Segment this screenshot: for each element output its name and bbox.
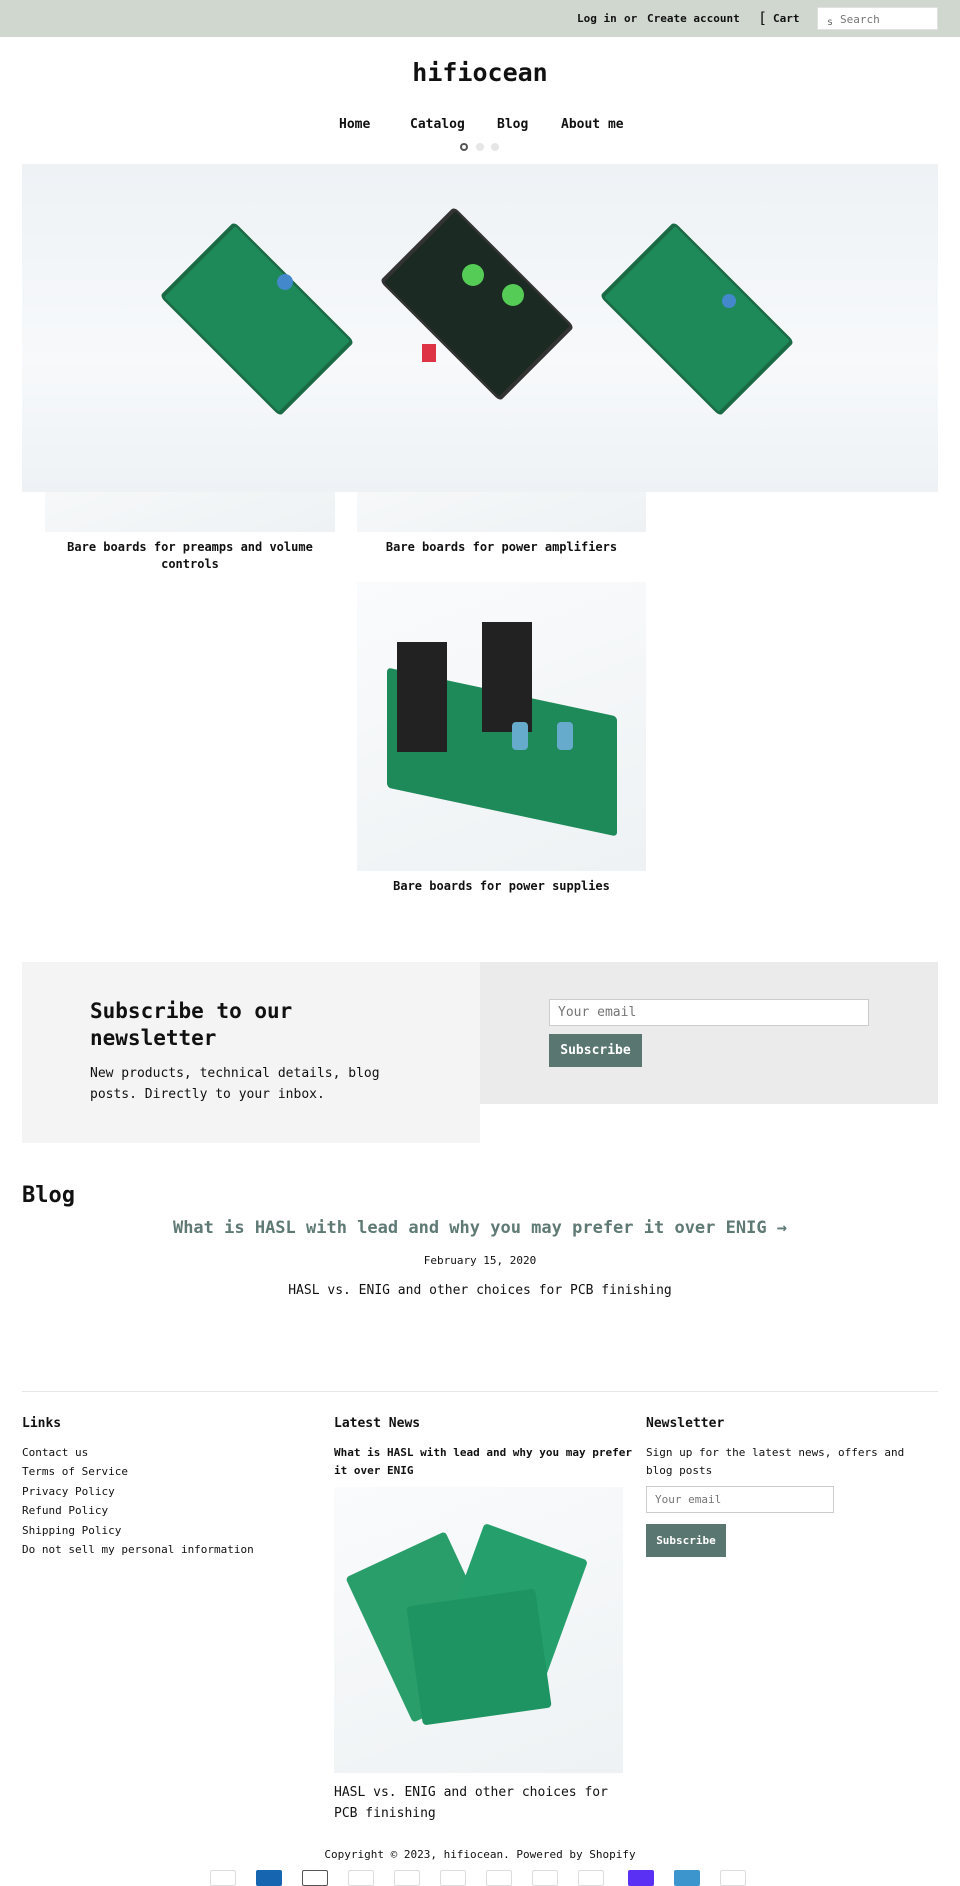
footer-news-title[interactable]: What is HASL with lead and why you may p… xyxy=(334,1444,634,1480)
cart-link[interactable]: Cart xyxy=(773,12,800,25)
footer-divider xyxy=(22,1391,938,1392)
blog-heading: Blog xyxy=(22,1183,75,1208)
payment-icon-venmo xyxy=(674,1870,700,1886)
newsletter-email-input[interactable] xyxy=(549,999,869,1026)
search-input[interactable] xyxy=(818,9,937,30)
footer-news-heading: Latest News xyxy=(334,1416,421,1431)
search-icon[interactable]: s xyxy=(827,17,833,28)
payment-icon-8 xyxy=(532,1870,558,1886)
slide-dot-2[interactable] xyxy=(476,143,484,151)
footer-subscribe-button[interactable]: Subscribe xyxy=(646,1524,726,1557)
payment-icon-12 xyxy=(720,1870,746,1886)
newsletter-form-area xyxy=(480,962,938,1104)
or-text: or xyxy=(624,12,638,25)
collection-image-power-supplies[interactable] xyxy=(357,582,646,871)
payment-icon-6 xyxy=(440,1870,466,1886)
payment-icon-shop-pay xyxy=(628,1870,654,1886)
nav-catalog[interactable]: Catalog xyxy=(410,117,465,132)
newsletter-heading: Subscribe to our newsletter xyxy=(90,999,293,1050)
blog-post-date: February 15, 2020 xyxy=(423,1254,537,1267)
nav-home[interactable]: Home xyxy=(339,117,370,132)
newsletter-text: New products, technical details, blog po… xyxy=(90,1066,380,1102)
hero-slide-image[interactable] xyxy=(22,164,938,492)
cart-icon[interactable]: [ xyxy=(758,9,767,27)
payment-icon-amex xyxy=(256,1870,282,1886)
payment-icon-7 xyxy=(486,1870,512,1886)
footer-link-privacy[interactable]: Privacy Policy xyxy=(22,1485,115,1498)
footer-news-excerpt[interactable]: HASL vs. ENIG and other choices for PCB … xyxy=(334,1782,623,1824)
payment-icon-5 xyxy=(394,1870,420,1886)
footer-links-heading: Links xyxy=(22,1416,62,1431)
nav-blog[interactable]: Blog xyxy=(497,117,528,132)
footer-link-do-not-sell[interactable]: Do not sell my personal information xyxy=(22,1543,254,1556)
site-title[interactable]: hifiocean xyxy=(0,58,960,87)
blog-post-link[interactable]: What is HASL with lead and why you may p… xyxy=(0,1218,960,1238)
slide-dot-1[interactable] xyxy=(460,143,468,151)
create-account-link[interactable]: Create account xyxy=(647,12,740,25)
top-bar xyxy=(0,0,960,37)
footer-link-shipping[interactable]: Shipping Policy xyxy=(22,1524,121,1537)
collection-title-amplifiers[interactable]: Bare boards for power amplifiers xyxy=(357,539,646,556)
slide-dot-3[interactable] xyxy=(491,143,499,151)
newsletter-section xyxy=(22,962,480,1143)
payment-icon-1 xyxy=(210,1870,236,1886)
blog-post-excerpt: HASL vs. ENIG and other choices for PCB … xyxy=(288,1283,672,1298)
footer-news-image[interactable] xyxy=(334,1487,623,1773)
footer-email-input[interactable] xyxy=(646,1486,834,1513)
collection-title-power-supplies[interactable]: Bare boards for power supplies xyxy=(357,878,646,895)
copyright: Copyright © 2023, hifiocean. Powered by … xyxy=(324,1848,636,1861)
footer-newsletter-text: Sign up for the latest news, offers and … xyxy=(646,1446,905,1477)
search-box[interactable]: s xyxy=(817,7,938,30)
newsletter-subscribe-button[interactable]: Subscribe xyxy=(549,1034,642,1067)
footer-link-contact[interactable]: Contact us xyxy=(22,1446,88,1459)
footer-newsletter-heading: Newsletter xyxy=(646,1416,725,1431)
payment-icon-9 xyxy=(578,1870,604,1886)
payment-icon-4 xyxy=(348,1870,374,1886)
login-link[interactable]: Log in xyxy=(577,12,617,25)
payment-icon-apple-pay xyxy=(302,1870,328,1886)
nav-about[interactable]: About me xyxy=(561,117,624,132)
footer-link-terms[interactable]: Terms of Service xyxy=(22,1465,128,1478)
footer-link-refund[interactable]: Refund Policy xyxy=(22,1504,108,1517)
collection-title-preamps[interactable]: Bare boards for preamps and volume contr… xyxy=(45,539,335,573)
